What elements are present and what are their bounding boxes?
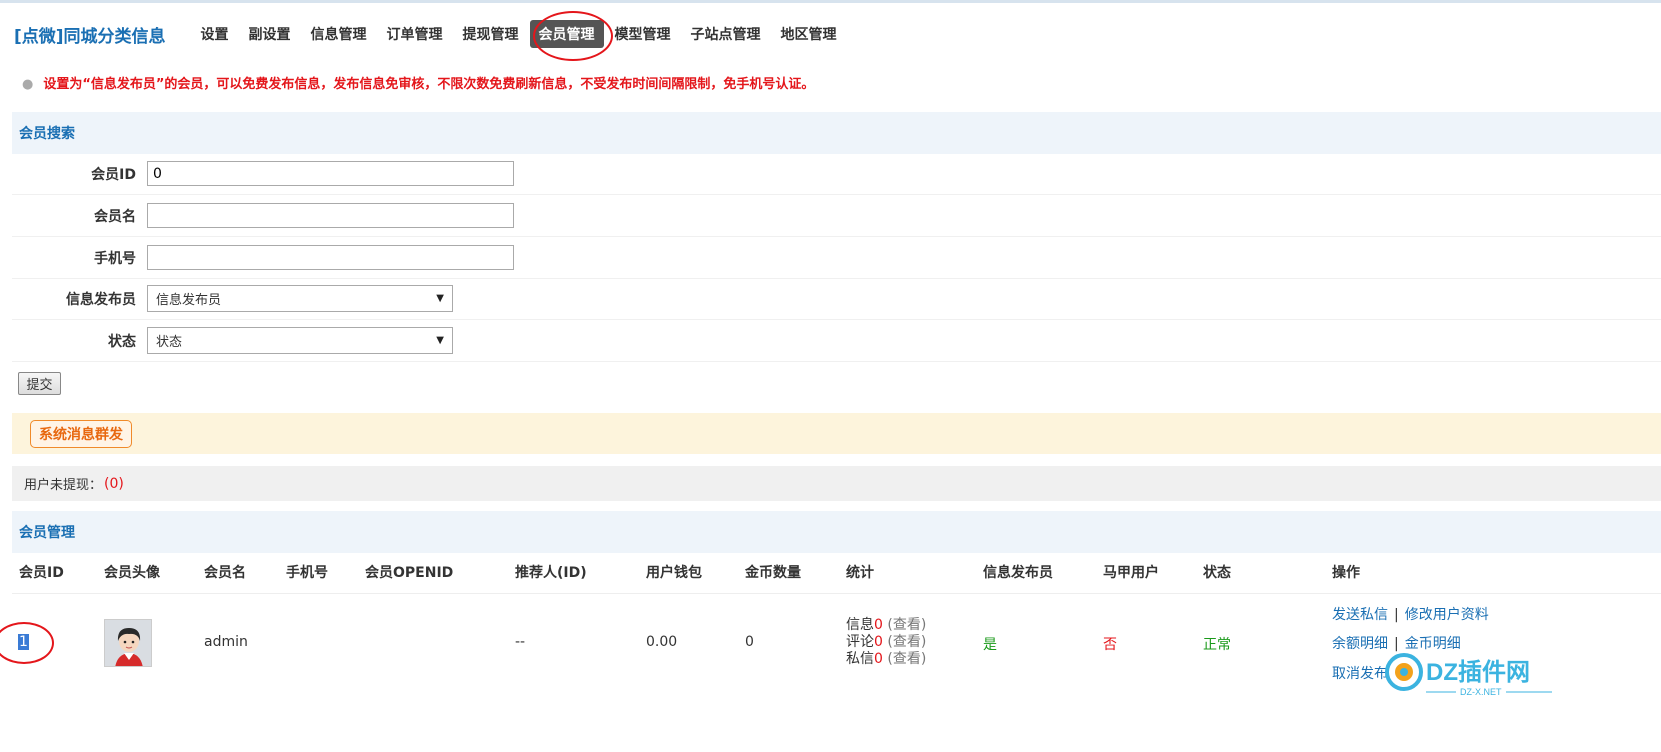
nav-region-manage[interactable]: 地区管理 (772, 20, 846, 48)
nav-model-manage[interactable]: 模型管理 (606, 20, 680, 48)
dropdown-arrow-icon: ▼ (436, 293, 444, 304)
publisher-notice: ● 设置为“信息发布员”的会员，可以免费发布信息，发布信息免审核，不限次数免费刷新… (22, 73, 814, 92)
row-status[interactable]: 正常 (1203, 634, 1231, 654)
row-ops-line-1: 发送私信 | 修改用户资料 (1332, 604, 1489, 624)
member-id-input[interactable] (147, 161, 514, 186)
form-row-status: 状态 状态 ▼ (12, 320, 1661, 362)
avatar-person-icon (105, 620, 151, 666)
withdraw-bar: 用户未提现： (0) (12, 466, 1661, 501)
col-coins: 金币数量 (745, 565, 801, 581)
watermark-subtext: DZ-X.NET (1460, 687, 1502, 697)
phone-input[interactable] (147, 245, 514, 270)
top-border (0, 0, 1661, 3)
nav-sub-settings[interactable]: 副设置 (240, 20, 300, 48)
row-publisher[interactable]: 是 (983, 634, 997, 654)
nav-withdraw-manage[interactable]: 提现管理 (454, 20, 528, 48)
col-avatar: 会员头像 (104, 565, 160, 581)
submit-button[interactable]: 提交 (18, 372, 61, 395)
form-row-member-id: 会员ID (12, 153, 1661, 195)
row-coins: 0 (745, 634, 754, 650)
member-section-header: 会员管理 (12, 511, 1661, 553)
app-brand[interactable]: [点微]同城分类信息 (14, 22, 166, 47)
edit-profile-link[interactable]: 修改用户资料 (1405, 607, 1489, 623)
stat-info: 信息0 (查看) (846, 617, 926, 634)
nav-order-manage[interactable]: 订单管理 (378, 20, 452, 48)
status-select[interactable]: 状态 ▼ (147, 327, 453, 354)
broadcast-button[interactable]: 系统消息群发 (30, 419, 132, 448)
form-row-phone: 手机号 (12, 237, 1661, 279)
col-stats: 统计 (846, 565, 874, 581)
withdraw-count[interactable]: (0) (104, 476, 124, 492)
highlight-circle-id (0, 622, 54, 664)
top-header: [点微]同城分类信息 设置 副设置 信息管理 订单管理 提现管理 会员管理 模型… (14, 18, 848, 50)
table-header-divider (12, 593, 1661, 594)
publisher-label: 信息发布员 (66, 291, 136, 308)
stat-message: 私信0 (查看) (846, 651, 926, 668)
member-name-input[interactable] (147, 203, 514, 228)
col-actions: 操作 (1332, 565, 1360, 581)
stat-comment: 评论0 (查看) (846, 634, 926, 651)
highlight-circle-nav (533, 11, 613, 61)
bullet-icon: ● (22, 77, 34, 92)
member-name-label: 会员名 (94, 208, 136, 225)
search-section-header: 会员搜索 (12, 112, 1661, 154)
form-row-publisher: 信息发布员 信息发布员 ▼ (12, 278, 1661, 320)
avatar[interactable] (104, 619, 152, 667)
publisher-select[interactable]: 信息发布员 ▼ (147, 285, 453, 312)
row-referrer: -- (515, 634, 526, 650)
withdraw-label: 用户未提现： (24, 478, 103, 493)
dropdown-arrow-icon: ▼ (436, 335, 444, 346)
form-row-member-name: 会员名 (12, 195, 1661, 237)
notice-text: 设置为“信息发布员”的会员，可以免费发布信息，发布信息免审核，不限次数免费刷新信… (43, 77, 815, 92)
stat-info-count: 0 (874, 617, 883, 633)
search-section-title: 会员搜索 (19, 126, 75, 142)
stat-comment-count: 0 (874, 634, 883, 650)
stat-comment-label: 评论 (846, 634, 874, 650)
stat-comment-view-link[interactable]: (查看) (887, 634, 926, 650)
watermark-text: DZ插件网 (1426, 659, 1530, 686)
col-phone: 手机号 (286, 565, 328, 581)
row-stats: 信息0 (查看) 评论0 (查看) 私信0 (查看) (846, 617, 926, 668)
row-member-name: admin (204, 634, 248, 650)
member-section-title: 会员管理 (19, 525, 75, 541)
stat-message-view-link[interactable]: (查看) (887, 651, 926, 667)
col-sockpuppet: 马甲用户 (1103, 565, 1159, 581)
nav-substation-manage[interactable]: 子站点管理 (682, 20, 770, 48)
nav-settings[interactable]: 设置 (192, 20, 238, 48)
row-sockpuppet[interactable]: 否 (1103, 634, 1117, 654)
ops-separator: | (1394, 607, 1399, 623)
status-select-value: 状态 (156, 335, 183, 350)
row-wallet: 0.00 (646, 634, 678, 650)
col-referrer: 推荐人(ID) (515, 565, 587, 581)
stat-info-label: 信息 (846, 617, 874, 633)
send-message-link[interactable]: 发送私信 (1332, 607, 1388, 623)
col-openid: 会员OPENID (365, 565, 454, 581)
watermark-logo: DZ插件网 DZ-X.NET (1385, 653, 1552, 697)
phone-label: 手机号 (94, 250, 136, 267)
broadcast-bar: 系统消息群发 (12, 413, 1661, 454)
stat-message-count: 0 (874, 651, 883, 667)
col-member-name: 会员名 (204, 565, 246, 581)
col-publisher: 信息发布员 (983, 565, 1053, 581)
balance-detail-link[interactable]: 余额明细 (1332, 636, 1388, 652)
nav-info-manage[interactable]: 信息管理 (302, 20, 376, 48)
main-nav: 设置 副设置 信息管理 订单管理 提现管理 会员管理 模型管理 子站点管理 地区… (192, 20, 848, 48)
stat-info-view-link[interactable]: (查看) (887, 617, 926, 633)
col-status: 状态 (1203, 565, 1231, 581)
stat-message-label: 私信 (846, 651, 874, 667)
publisher-select-value: 信息发布员 (156, 293, 222, 308)
col-member-id: 会员ID (19, 565, 64, 581)
member-id-label: 会员ID (91, 166, 136, 183)
col-wallet: 用户钱包 (646, 565, 702, 581)
status-label: 状态 (108, 333, 136, 350)
